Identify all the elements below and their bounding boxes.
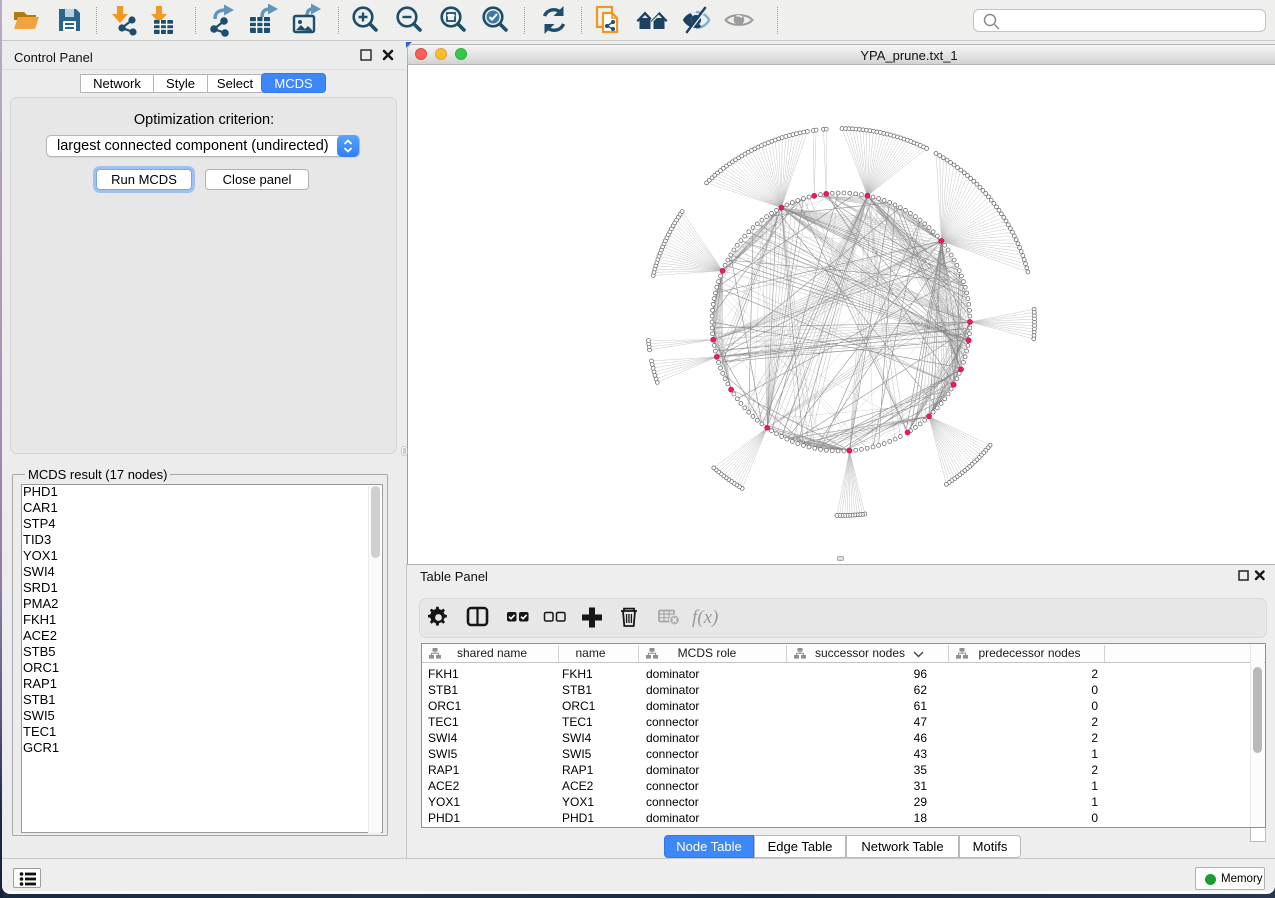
svg-text:f(x): f(x): [692, 607, 718, 628]
